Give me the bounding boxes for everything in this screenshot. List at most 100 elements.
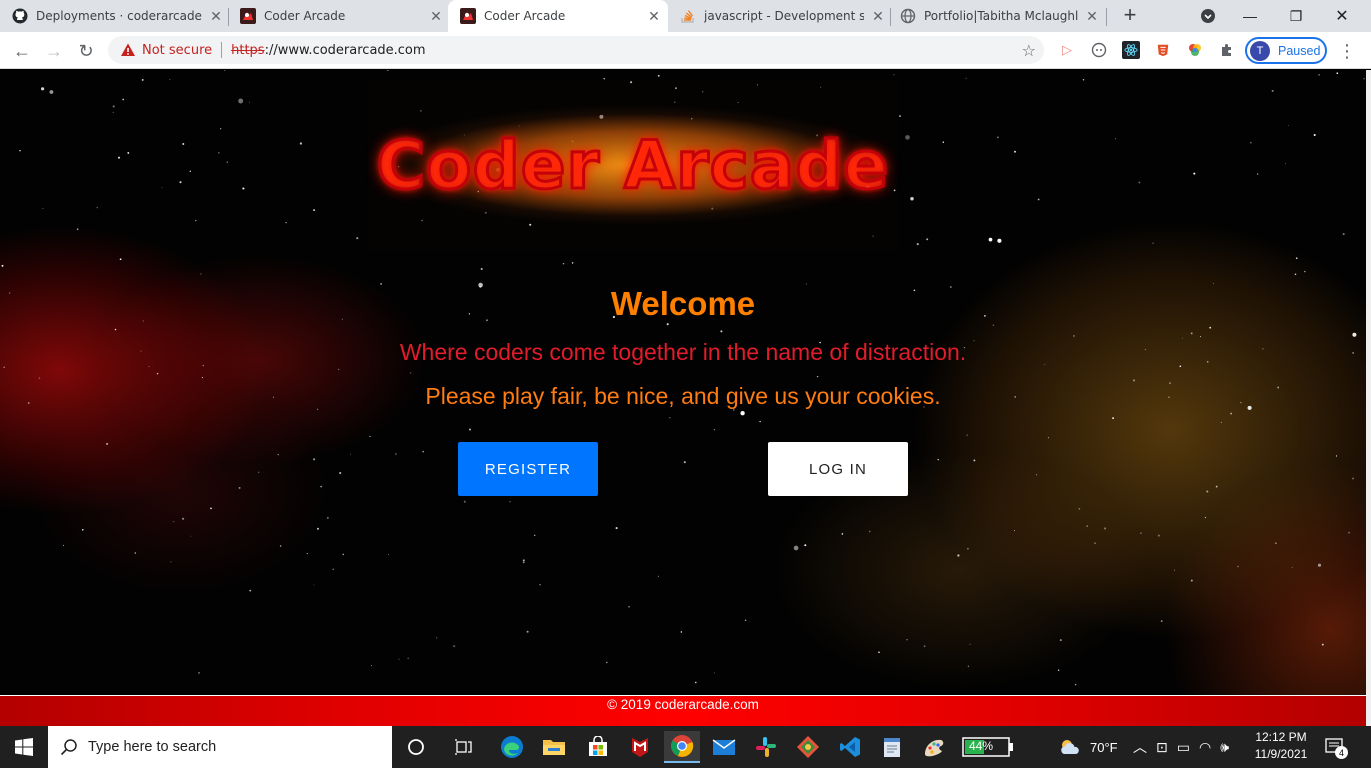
close-icon[interactable]: ✕	[870, 8, 886, 24]
windows-logo-icon	[15, 738, 33, 756]
close-icon[interactable]: ✕	[428, 8, 444, 24]
slack-icon[interactable]	[748, 731, 784, 763]
microsoft-store-icon[interactable]	[580, 731, 616, 763]
star	[313, 584, 315, 586]
puzzle-extensions-icon[interactable]	[1218, 41, 1236, 59]
tab-stackoverflow[interactable]: javascript - Development serv ✕	[680, 0, 886, 32]
close-icon[interactable]: ✕	[646, 8, 662, 24]
address-bar[interactable]: Not secure https ://www.coderarcade.com …	[108, 36, 1044, 64]
notepad-icon[interactable]	[874, 731, 910, 763]
star	[182, 143, 185, 145]
tab-coder-arcade-active[interactable]: Coder Arcade ✕	[448, 0, 668, 32]
meet-now-icon[interactable]: ⊡	[1156, 739, 1168, 756]
star	[1291, 567, 1293, 569]
close-icon[interactable]: ✕	[208, 8, 224, 24]
task-view-icon[interactable]	[446, 731, 482, 763]
wifi-icon[interactable]: ◠	[1199, 739, 1211, 756]
star	[969, 643, 971, 645]
star	[526, 630, 529, 633]
star	[1230, 412, 1233, 415]
star	[1215, 485, 1218, 488]
mcafee-icon[interactable]	[622, 731, 658, 763]
window-close-button[interactable]: ✕	[1319, 0, 1365, 32]
taskbar-search[interactable]: Type here to search	[48, 726, 392, 768]
browser-menu-icon[interactable]: ⋮	[1337, 41, 1357, 61]
tab-coder-arcade[interactable]: Coder Arcade ✕	[240, 0, 444, 32]
gitkraken-icon[interactable]	[790, 731, 826, 763]
star	[327, 517, 329, 519]
star	[1190, 332, 1193, 335]
edge-icon[interactable]	[494, 731, 530, 763]
star	[988, 237, 993, 242]
paint-icon[interactable]	[916, 731, 952, 763]
star	[217, 151, 220, 154]
new-tab-button[interactable]: +	[1118, 2, 1142, 27]
star	[1295, 257, 1298, 260]
weather-widget[interactable]: 70°F	[1058, 726, 1118, 768]
star	[198, 671, 200, 674]
extension-share-icon[interactable]: ▷	[1058, 41, 1076, 59]
start-button[interactable]	[0, 726, 48, 768]
avatar: T	[1250, 40, 1270, 61]
extension-devtools-icon[interactable]	[1090, 41, 1108, 59]
profile-button[interactable]: T Paused	[1245, 37, 1327, 64]
search-placeholder: Type here to search	[88, 739, 217, 755]
vscode-icon[interactable]	[832, 731, 868, 763]
tab-portfolio[interactable]: Portfolio|Tabitha Mclaughlin ✕	[900, 0, 1100, 32]
tab-search-button[interactable]	[1185, 0, 1231, 32]
star	[916, 243, 919, 246]
star	[316, 527, 320, 530]
tab-title: Coder Arcade	[264, 9, 346, 23]
colorpick-icon[interactable]	[1186, 41, 1204, 59]
notification-center-button[interactable]: 4	[1325, 726, 1348, 768]
minimize-button[interactable]: —	[1227, 0, 1273, 32]
cortana-icon[interactable]	[398, 731, 434, 763]
star	[957, 554, 960, 557]
star	[170, 561, 172, 563]
reload-button[interactable]: ↻	[72, 37, 100, 65]
mail-icon[interactable]	[706, 731, 742, 763]
file-explorer-icon[interactable]	[536, 731, 572, 763]
login-button[interactable]: LOG IN	[768, 442, 908, 496]
star	[713, 429, 715, 431]
star	[195, 220, 197, 222]
star	[320, 485, 322, 488]
star	[469, 428, 471, 431]
close-icon[interactable]: ✕	[1084, 8, 1100, 24]
tab-deployments[interactable]: Deployments · coderarcade/c ✕	[12, 0, 224, 32]
site-logo[interactable]: Coder Arcade	[375, 125, 890, 205]
bookmark-star-icon[interactable]: ☆	[1022, 41, 1036, 60]
battery-tray-icon[interactable]: ▭	[1177, 739, 1190, 756]
coder-arcade-icon	[460, 8, 476, 24]
react-devtools-icon[interactable]	[1122, 41, 1140, 59]
star	[1313, 133, 1316, 137]
restore-button[interactable]: ❐	[1273, 0, 1319, 32]
chrome-icon[interactable]	[664, 731, 700, 763]
tab-separator	[228, 8, 229, 26]
register-button[interactable]: REGISTER	[458, 442, 598, 496]
page-scrollbar[interactable]	[1366, 70, 1371, 726]
star	[1200, 336, 1201, 338]
volume-icon[interactable]: 🕪	[1220, 739, 1229, 756]
back-button[interactable]: ←	[8, 37, 36, 65]
clock[interactable]: 12:12 PM 11/9/2021	[1248, 729, 1314, 763]
stackoverflow-icon	[680, 8, 696, 24]
html-validator-icon[interactable]	[1154, 41, 1172, 59]
star	[720, 330, 723, 333]
star	[277, 453, 279, 456]
battery-meter-widget[interactable]: 44%	[958, 731, 1018, 763]
star	[816, 375, 819, 378]
chevron-up-icon[interactable]: ︿	[1133, 737, 1147, 757]
star	[923, 645, 926, 648]
star	[1173, 569, 1175, 571]
star	[628, 605, 630, 608]
omnibox-divider	[221, 42, 223, 58]
forward-button[interactable]: →	[40, 37, 68, 65]
security-label[interactable]: Not secure	[142, 43, 212, 58]
star	[1220, 421, 1222, 423]
star	[313, 458, 316, 461]
tab-separator	[890, 8, 891, 26]
star	[1152, 242, 1154, 244]
page-footer: © 2019 coderarcade.com	[0, 695, 1366, 726]
star	[997, 238, 1002, 243]
